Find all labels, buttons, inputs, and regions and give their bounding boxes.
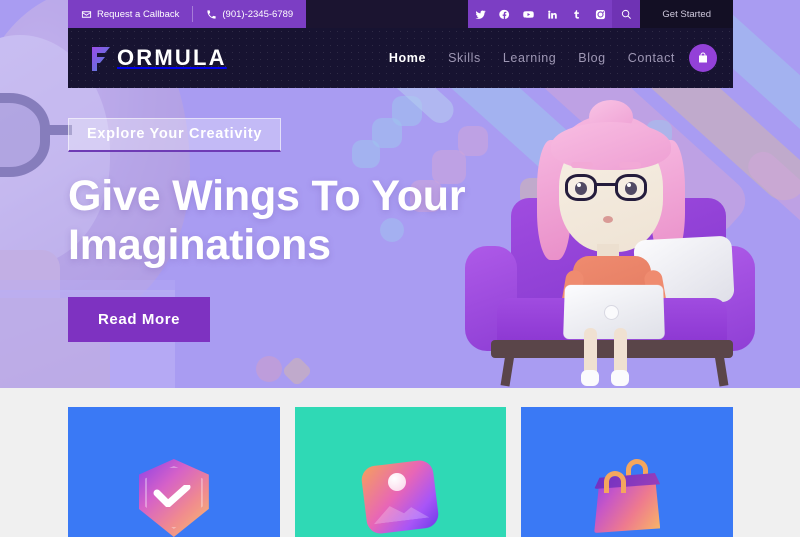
- facebook-icon: [499, 9, 509, 19]
- page-root: Explore Your Creativity Give Wings To Yo…: [0, 0, 800, 537]
- shopping-bag-icon: [699, 52, 707, 63]
- phone-icon: [207, 9, 217, 19]
- image-photo-icon: [359, 455, 442, 537]
- check-mark-icon: [153, 485, 191, 507]
- linkedin-icon: [548, 10, 557, 19]
- hero-badge: Explore Your Creativity: [68, 118, 282, 152]
- hero-content: Explore Your Creativity Give Wings To Yo…: [68, 118, 466, 343]
- site-header: ORMULA Home Skills Learning Blog Contact: [68, 28, 733, 88]
- social-link-tumblr[interactable]: [564, 0, 588, 28]
- phone-link[interactable]: (901)-2345-6789: [193, 0, 306, 28]
- phone-label: (901)-2345-6789: [222, 8, 294, 20]
- nav-item-home[interactable]: Home: [389, 51, 426, 65]
- youtube-icon: [523, 10, 534, 18]
- top-bar-contact-group: Request a Callback (901)-2345-6789: [68, 0, 307, 28]
- request-callback-label: Request a Callback: [97, 8, 180, 20]
- shopping-bag-3d-icon: [586, 455, 668, 537]
- request-callback-link[interactable]: Request a Callback: [68, 0, 192, 28]
- logo-text: ORMULA: [117, 45, 227, 70]
- feature-cards: [68, 407, 734, 537]
- envelope-icon: [81, 10, 92, 18]
- social-links: [468, 0, 641, 28]
- nav-item-blog[interactable]: Blog: [578, 51, 605, 65]
- cart-button[interactable]: [689, 44, 717, 72]
- main-nav: Home Skills Learning Blog Contact: [389, 51, 675, 65]
- twitter-icon: [475, 10, 486, 19]
- card-image[interactable]: [294, 407, 507, 537]
- read-more-button[interactable]: Read More: [68, 297, 211, 343]
- nav-item-contact[interactable]: Contact: [628, 51, 675, 65]
- nav-item-learning[interactable]: Learning: [503, 51, 556, 65]
- social-link-facebook[interactable]: [492, 0, 516, 28]
- instagram-icon: [595, 9, 605, 19]
- shield-check-icon: [133, 455, 215, 537]
- hero-headline-line-2: Imaginations: [68, 220, 331, 269]
- hero-headline: Give Wings To Your Imaginations: [68, 172, 466, 269]
- tumblr-icon: [574, 9, 580, 19]
- hero-illustration-girl-on-sofa: [455, 88, 765, 388]
- logo[interactable]: ORMULA: [86, 43, 227, 73]
- social-link-twitter[interactable]: [468, 0, 492, 28]
- search-button[interactable]: [612, 0, 641, 28]
- hero-headline-line-1: Give Wings To Your: [68, 172, 466, 220]
- social-link-youtube[interactable]: [516, 0, 540, 28]
- letter-f-mark-icon: [92, 47, 110, 71]
- social-link-linkedin[interactable]: [540, 0, 564, 28]
- social-link-instagram[interactable]: [588, 0, 612, 28]
- nav-item-skills[interactable]: Skills: [448, 51, 481, 65]
- card-bag[interactable]: [521, 407, 734, 537]
- top-bar: Request a Callback (901)-2345-6789 Get S…: [68, 0, 733, 28]
- get-started-button[interactable]: Get Started: [640, 0, 733, 28]
- search-icon: [621, 9, 631, 19]
- card-shield[interactable]: [68, 407, 280, 537]
